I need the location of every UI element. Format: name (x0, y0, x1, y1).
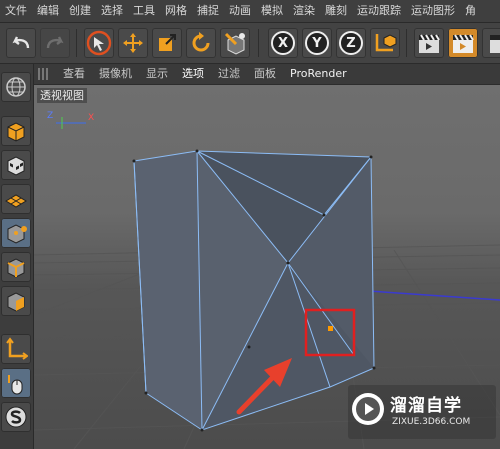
menu-animate[interactable]: 动画 (224, 0, 256, 22)
y-axis-label: Y (312, 35, 322, 51)
x-axis-label: X (277, 35, 289, 51)
checker-cube-icon (7, 156, 25, 176)
selected-point[interactable] (328, 326, 333, 331)
cube-points-icon (7, 224, 27, 244)
view-menu-prorender[interactable]: ProRender (283, 64, 354, 84)
render-settings-button[interactable] (482, 28, 500, 58)
grid-plane-icon (5, 194, 27, 208)
drag-grip-icon[interactable] (38, 68, 50, 80)
snap-button[interactable] (1, 402, 31, 432)
main-toolbar: X Y Z (0, 23, 500, 64)
recent-tools-button[interactable] (220, 28, 250, 58)
viewport-menu-bar: 查看 摄像机 显示 选项 过滤 面板 ProRender (34, 64, 500, 85)
menu-file[interactable]: 文件 (0, 0, 32, 22)
coordinate-system-button[interactable] (370, 28, 400, 58)
move-arrows-icon (123, 33, 143, 53)
clapperboard-settings-icon (490, 35, 500, 53)
tweak-mode-button[interactable] (1, 368, 31, 398)
scale-box-icon (159, 34, 176, 51)
menu-motion-tracker[interactable]: 运动跟踪 (352, 0, 406, 22)
menu-simulate[interactable]: 模拟 (256, 0, 288, 22)
watermark-url: ZIXUE.3D66.COM (392, 417, 471, 427)
cube-polygons-icon (7, 292, 25, 312)
make-editable-button[interactable] (1, 72, 31, 102)
axis-corner-icon (6, 337, 28, 360)
lock-z-axis-button[interactable]: Z (336, 28, 366, 58)
axis-z-label: Z (47, 111, 54, 121)
watermark-title: 溜溜自学 (390, 396, 462, 416)
render-to-picture-viewer-button[interactable] (448, 28, 478, 58)
points-mode-button[interactable] (1, 218, 31, 248)
render-view-button[interactable] (414, 28, 444, 58)
viewport-label: 透视视图 (37, 88, 87, 103)
view-menu-display[interactable]: 显示 (139, 64, 175, 84)
rotate-icon (192, 32, 210, 52)
live-selection-button[interactable] (84, 28, 114, 58)
snap-icon (5, 406, 27, 428)
workplane-mode-button[interactable] (1, 184, 31, 214)
menu-mesh[interactable]: 网格 (160, 0, 192, 22)
view-menu-panel[interactable]: 面板 (247, 64, 283, 84)
menu-select[interactable]: 选择 (96, 0, 128, 22)
world-coordinate-icon (375, 34, 397, 52)
watermark-logo-icon (352, 393, 384, 425)
world-x-axis-line (353, 289, 500, 301)
watermark: 溜溜自学 ZIXUE.3D66.COM (348, 385, 496, 439)
undo-icon (12, 36, 30, 49)
undo-button[interactable] (6, 28, 36, 58)
rotate-button[interactable] (186, 28, 216, 58)
view-menu-options[interactable]: 选项 (175, 64, 211, 84)
menu-edit[interactable]: 编辑 (32, 0, 64, 22)
view-menu-view[interactable]: 查看 (56, 64, 92, 84)
menu-character[interactable]: 角 (460, 0, 481, 22)
cube-edges-icon (7, 258, 25, 278)
enable-axis-button[interactable] (1, 334, 31, 364)
left-tool-palette (0, 64, 34, 449)
edges-mode-button[interactable] (1, 252, 31, 282)
polygons-mode-button[interactable] (1, 286, 31, 316)
menu-sculpt[interactable]: 雕刻 (320, 0, 352, 22)
clapperboard-icon (419, 34, 440, 53)
axis-x-label: X (88, 113, 95, 123)
menu-snap[interactable]: 捕捉 (192, 0, 224, 22)
move-button[interactable] (118, 28, 148, 58)
view-menu-cameras[interactable]: 摄像机 (92, 64, 139, 84)
texture-mode-button[interactable] (1, 150, 31, 180)
menu-create[interactable]: 创建 (64, 0, 96, 22)
scale-button[interactable] (152, 28, 182, 58)
sphere-mesh-icon (6, 77, 26, 97)
view-menu-filter[interactable]: 过滤 (211, 64, 247, 84)
clapperboard-render-icon (453, 34, 474, 53)
model-mode-button[interactable] (1, 116, 31, 146)
mouse-icon (8, 375, 23, 395)
redo-button[interactable] (40, 28, 70, 58)
cube-tools-icon (224, 32, 245, 55)
redo-icon (46, 36, 64, 49)
lock-y-axis-button[interactable]: Y (302, 28, 332, 58)
polygon-object[interactable] (132, 149, 376, 432)
selection-cursor-icon (86, 30, 112, 56)
menu-bar: 文件 编辑 创建 选择 工具 网格 捕捉 动画 模拟 渲染 雕刻 运动跟踪 运动… (0, 0, 500, 23)
menu-render[interactable]: 渲染 (288, 0, 320, 22)
cube-model-icon (7, 122, 25, 142)
z-axis-label: Z (346, 35, 356, 51)
perspective-viewport[interactable]: 透视视图 Z X 溜溜自学 ZIXUE.3D66.COM (34, 85, 500, 449)
menu-tools[interactable]: 工具 (128, 0, 160, 22)
lock-x-axis-button[interactable]: X (268, 28, 298, 58)
menu-mograph[interactable]: 运动图形 (406, 0, 460, 22)
